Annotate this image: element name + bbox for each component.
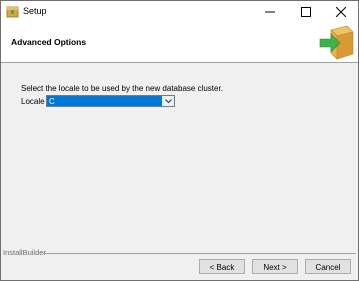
locale-select[interactable]: C [46,95,175,107]
setup-window: Setup Advanced Options Select the locale… [0,0,359,281]
next-button[interactable]: Next > [252,259,298,274]
close-button[interactable] [328,1,354,23]
locale-label: Locale [21,97,45,106]
locale-selected-value: C [49,97,55,106]
cancel-button[interactable]: Cancel [305,259,351,274]
maximize-button[interactable] [293,1,319,23]
close-icon [336,7,346,17]
installer-box-icon [6,5,19,18]
minimize-button[interactable] [257,1,283,23]
dropdown-arrow-button[interactable] [162,96,174,106]
back-button[interactable]: < Back [199,259,245,274]
wizard-header: Advanced Options [1,23,358,63]
chevron-down-icon [165,99,172,104]
installer-brand: InstallBuilder [3,248,46,257]
green-arrow-into-box-icon [317,24,354,61]
page-title: Advanced Options [11,37,87,47]
minimize-icon [265,11,275,13]
maximize-icon [301,7,311,17]
window-title: Setup [23,6,47,16]
locale-description: Select the locale to be used by the new … [21,84,223,93]
footer-divider [43,253,356,254]
title-bar[interactable]: Setup [1,1,358,23]
